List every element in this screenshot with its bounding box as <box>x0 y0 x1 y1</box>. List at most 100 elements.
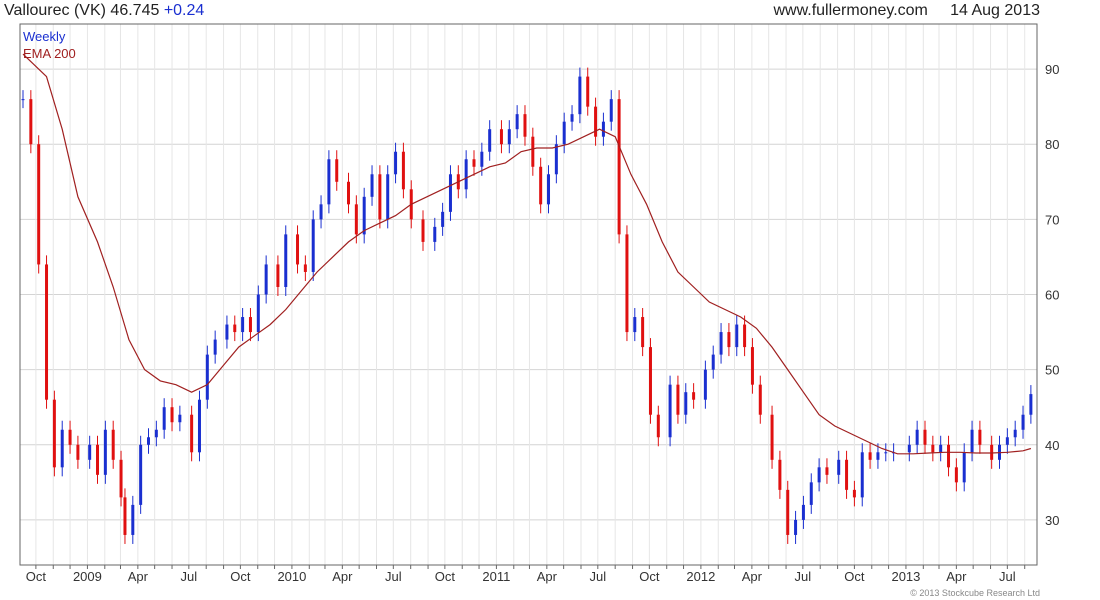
candle-body <box>256 294 260 333</box>
candle-body <box>472 159 476 167</box>
y-tick-label: 70 <box>1045 212 1059 227</box>
candle-body <box>233 324 237 333</box>
candle-body <box>480 151 484 167</box>
grid-lines <box>20 24 1037 565</box>
y-tick-label: 90 <box>1045 62 1059 77</box>
candle-body <box>52 399 56 468</box>
candle-body <box>884 452 888 454</box>
candle-body <box>146 437 150 445</box>
candle-body <box>45 264 49 400</box>
candle-body <box>319 204 323 220</box>
candle-body <box>21 99 25 101</box>
candle-body <box>225 324 229 340</box>
candle-body <box>735 324 739 348</box>
candle-body <box>876 452 880 460</box>
candle-body <box>860 452 864 498</box>
candle-body <box>190 414 194 453</box>
x-tick-label: Oct <box>639 569 660 584</box>
candle-body <box>205 354 209 400</box>
candle-body <box>601 121 605 137</box>
legend-ema: EMA 200 <box>23 46 76 61</box>
candle-body <box>335 159 339 182</box>
candle-body <box>939 444 943 453</box>
candle-body <box>547 174 551 205</box>
candle-body <box>970 429 974 453</box>
y-axis: 30 40 50 60 70 80 90 <box>1045 62 1059 528</box>
candle-body <box>213 339 217 355</box>
candle-body <box>327 159 331 205</box>
x-tick-label: Apr <box>742 569 763 584</box>
candle-body <box>197 399 201 453</box>
candle-body <box>825 467 829 475</box>
candle-body <box>178 414 182 423</box>
candle-body <box>978 429 982 445</box>
y-tick-label: 80 <box>1045 137 1059 152</box>
candle-body <box>354 204 358 235</box>
candle-body <box>743 324 747 348</box>
candle-body <box>448 174 452 212</box>
weekly-candles <box>21 67 1033 544</box>
candle-body <box>1013 429 1017 438</box>
candle-body <box>570 114 574 122</box>
copyright-notice: © 2013 Stockcube Research Ltd <box>910 588 1040 598</box>
candle-body <box>154 429 158 438</box>
candle-body <box>809 482 813 505</box>
candle-body <box>727 332 731 348</box>
candle-body <box>641 317 645 348</box>
x-tick-label: Oct <box>230 569 251 584</box>
x-tick-label: 2013 <box>891 569 920 584</box>
candle-body <box>88 444 92 460</box>
candle-body <box>947 444 951 468</box>
candle-body <box>394 151 398 175</box>
candle-body <box>617 99 621 235</box>
candle-body <box>170 407 174 423</box>
x-tick-label: Jul <box>385 569 402 584</box>
candle-body <box>241 317 245 333</box>
candle-body <box>1021 414 1025 430</box>
x-tick-label: Jul <box>999 569 1016 584</box>
candle-body <box>284 234 288 287</box>
x-tick-label: Jul <box>795 569 812 584</box>
candle-body <box>868 452 872 460</box>
candle-body <box>515 114 519 130</box>
candle-body <box>60 429 64 468</box>
candle-body <box>554 144 558 175</box>
candle-body <box>684 392 688 415</box>
x-tick-label: Apr <box>537 569 558 584</box>
candle-body <box>625 234 629 333</box>
candle-body <box>276 264 280 287</box>
x-tick-label: Oct <box>26 569 47 584</box>
candle-body <box>531 136 535 167</box>
candle-body <box>1029 394 1033 415</box>
candle-body <box>750 347 754 385</box>
candle-body <box>770 414 774 460</box>
candle-body <box>119 459 123 498</box>
candle-body <box>801 504 805 520</box>
candle-body <box>378 174 382 220</box>
candle-body <box>248 317 252 333</box>
x-tick-label: 2010 <box>277 569 306 584</box>
x-tick-label: Oct <box>435 569 456 584</box>
x-tick-label: 2009 <box>73 569 102 584</box>
candle-body <box>609 99 613 122</box>
candle-body <box>131 504 135 535</box>
candle-body <box>711 354 715 370</box>
x-tick-label: Apr <box>128 569 149 584</box>
candle-body <box>370 174 374 197</box>
x-tick-label: Apr <box>946 569 967 584</box>
x-axis: Oct 2009 Apr Jul Oct 2010 Apr Jul Oct 2011 Apr Jul O… <box>26 565 1026 584</box>
candle-body <box>499 129 503 145</box>
ema-200-line <box>22 53 1032 455</box>
candle-body <box>692 392 696 400</box>
candle-body <box>29 99 33 145</box>
candle-body <box>103 429 107 475</box>
candle-body <box>786 489 790 535</box>
candle-body <box>401 151 405 190</box>
candle-body <box>507 129 511 145</box>
candle-body <box>676 384 680 415</box>
candle-body <box>111 429 115 460</box>
candle-body <box>778 459 782 490</box>
candle-body <box>817 467 821 483</box>
y-tick-label: 30 <box>1045 513 1059 528</box>
candle-body <box>915 429 919 445</box>
